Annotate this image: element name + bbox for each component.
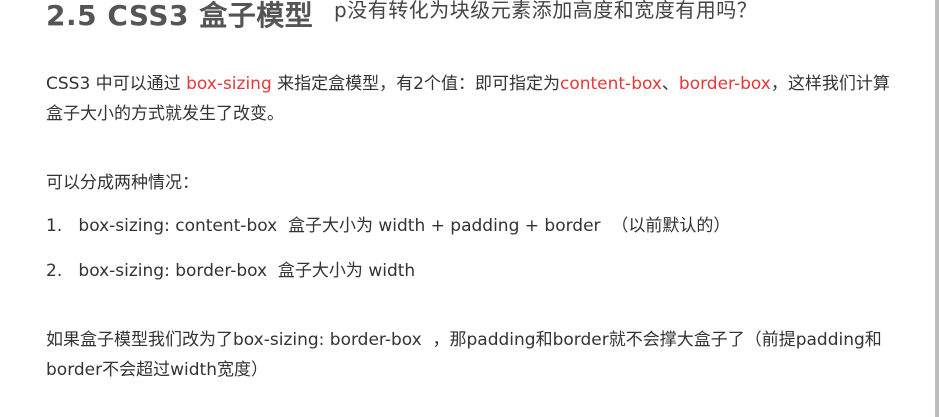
intro-separator: 、 <box>661 74 679 94</box>
intro-paragraph: CSS3 中可以通过 box-sizing 来指定盒模型，有2个值：即可指定为c… <box>46 69 906 129</box>
intro-text-2: 来指定盒模型，有2个值：即可指定为 <box>271 74 560 94</box>
keyword-content-box: content-box <box>559 74 662 94</box>
keyword-border-box: border-box <box>678 74 771 94</box>
case-content-box: 1. box-sizing: content-box 盒子大小为 width +… <box>46 216 731 236</box>
page-title: 2.5 CSS3 盒子模型 <box>46 0 314 32</box>
intro-text-1: CSS3 中可以通过 <box>46 74 187 94</box>
overlay-question-text: p没有转化为块级元素添加高度和宽度有用吗？ <box>334 0 758 22</box>
conclusion-paragraph: 如果盒子模型我们改为了box-sizing: border-box ，那padd… <box>46 330 882 380</box>
case-border-box: 2. box-sizing: border-box 盒子大小为 width <box>46 261 416 281</box>
keyword-box-sizing: box-sizing <box>186 74 272 94</box>
window-edge <box>935 0 939 417</box>
cases-heading: 可以分成两种情况： <box>46 173 199 193</box>
